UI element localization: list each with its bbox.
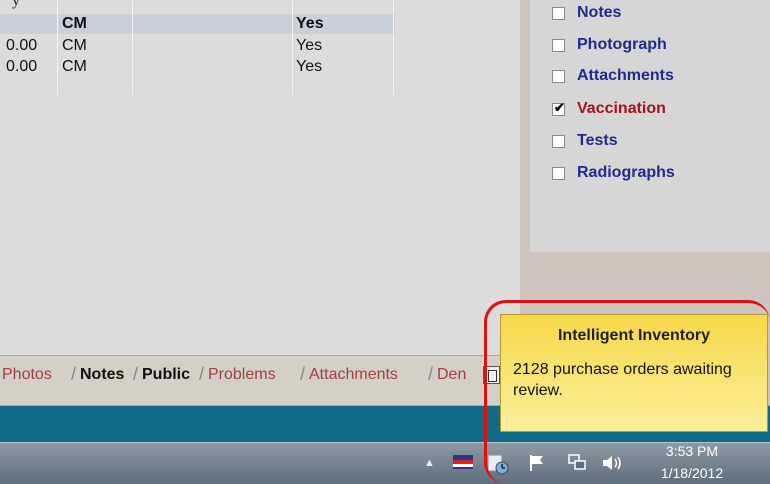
tab-attachments[interactable]: Attachments [309,364,398,386]
annotation-highlight-ring [484,300,770,484]
table-row[interactable]: 0.00 CM Yes [0,57,395,77]
grid-cell-unit: CM [62,37,87,54]
tab-problems[interactable]: Problems [208,364,276,386]
grid-column-divider [292,0,293,95]
data-grid: y CM Yes 0.00 CM Yes 0.00 CM Yes [0,0,520,355]
grid-header-cm: CM [62,15,87,32]
grid-column-divider [57,0,58,95]
tab-public[interactable]: Public [142,364,190,386]
grid-peek-text: y [12,0,20,9]
checkbox-box[interactable] [552,7,565,20]
grid-cell-flag: Yes [296,37,323,54]
checkbox-box[interactable] [552,70,565,83]
show-hidden-icons-arrow-icon[interactable]: ▲ [424,457,435,479]
checkbox-label: Tests [577,132,618,149]
grid-cell-unit: CM [62,58,87,75]
checkbox-box[interactable]: ✔ [552,100,565,116]
checkbox-box[interactable] [552,135,565,148]
checkbox-label: Notes [577,4,622,21]
check-mark-icon: ✔ [554,100,565,115]
grid-cell-amount: 0.00 [6,58,38,75]
grid-column-divider [393,0,394,95]
table-row[interactable]: 0.00 CM Yes [0,36,395,56]
tab-dental[interactable]: Den [437,364,466,386]
tab-notes[interactable]: Notes [80,364,124,386]
grid-column-divider [132,0,133,95]
checkbox-label: Attachments [577,67,674,84]
tab-separator: / [133,364,139,384]
checkbox-label: Photograph [577,36,667,53]
checkbox-label: Radiographs [577,164,675,181]
record-section-checklist: Notes Photograph Attachments ✔ Vaccinati… [530,0,770,252]
tab-separator: / [71,364,77,384]
checkbox-box[interactable] [552,167,565,180]
tab-separator: / [428,364,434,384]
tab-separator: / [300,364,306,384]
checkbox-label: Vaccination [577,100,666,117]
tab-separator: / [199,364,205,384]
tab-photos[interactable]: Photos [2,364,52,386]
app-tray-icon[interactable] [452,453,474,475]
grid-cell-flag: Yes [296,58,323,75]
checkbox-box[interactable] [552,39,565,52]
grid-cell-amount: 0.00 [6,37,38,54]
grid-header-row: CM Yes [0,14,395,34]
record-tab-strip: Photos / Notes / Public / Problems / Att… [0,355,520,395]
grid-header-yes: Yes [296,15,324,32]
